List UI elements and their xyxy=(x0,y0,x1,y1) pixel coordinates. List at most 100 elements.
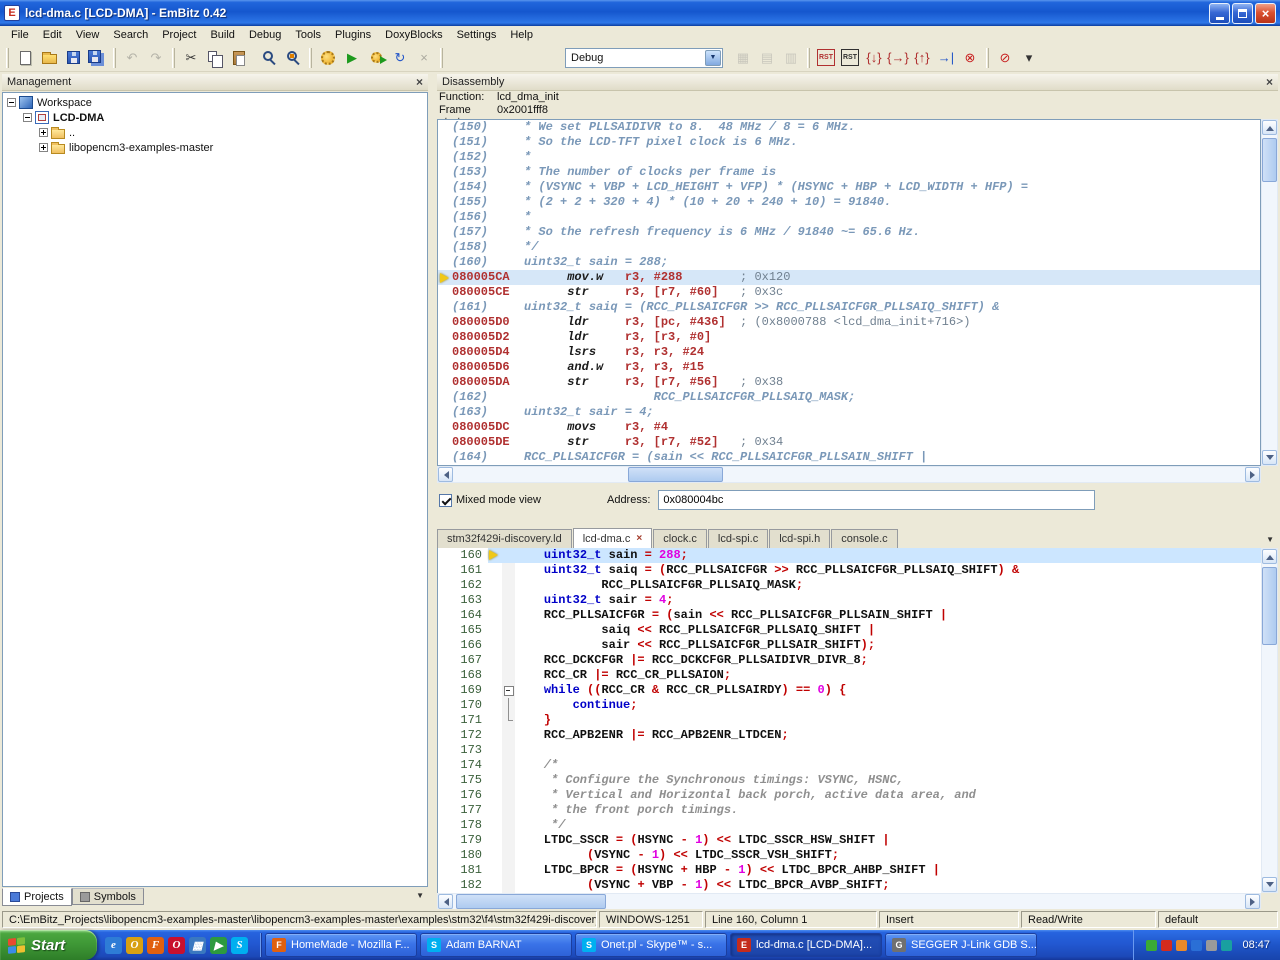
toolbar-grip[interactable] xyxy=(6,48,9,68)
new-file-icon[interactable] xyxy=(14,47,36,69)
editor-line[interactable]: 176 * Vertical and Horizontal back porch… xyxy=(438,788,1261,803)
cut-icon[interactable]: ✂ xyxy=(180,47,202,69)
combo-dropdown-icon[interactable]: ▼ xyxy=(705,50,721,66)
menu-item-help[interactable]: Help xyxy=(503,27,540,43)
editor-line[interactable]: 167 RCC_DCKCFGR |= RCC_DCKCFGR_PLLSAIDIV… xyxy=(438,653,1261,668)
debug-target-combo[interactable]: Debug▼ xyxy=(565,48,723,68)
task-skype-button[interactable]: SOnet.pl - Skype™ - s... xyxy=(575,933,727,957)
editor-line[interactable]: 164 RCC_PLLSAICFGR = (sain << RCC_PLLSAI… xyxy=(438,608,1261,623)
replace-icon[interactable] xyxy=(282,47,304,69)
editor-line[interactable]: 179 LTDC_SSCR = (HSYNC - 1) << LTDC_SSCR… xyxy=(438,833,1261,848)
editor-line[interactable]: 173 xyxy=(438,743,1261,758)
editor-tab-lcd-spi.c[interactable]: lcd-spi.c xyxy=(708,529,768,548)
toolbar-grip[interactable] xyxy=(986,48,989,68)
editor-line[interactable]: 162 RCC_PLLSAICFGR_PLLSAIQ_MASK; xyxy=(438,578,1261,593)
copy-icon[interactable] xyxy=(204,47,226,69)
tray-icon-4[interactable] xyxy=(1191,940,1202,951)
editor-line[interactable]: 161 uint32_t saiq = (RCC_PLLSAICFGR >> R… xyxy=(438,563,1261,578)
disasm-source-line[interactable]: (157) * So the refresh frequency is 6 MH… xyxy=(438,225,1260,240)
disasm-asm-line[interactable]: 080005CE str r3, [r7, #60] ; 0x3c xyxy=(438,285,1260,300)
disasm-asm-line[interactable]: 080005CA mov.w r3, #288 ; 0x120 xyxy=(438,270,1260,285)
disassembly-close-icon[interactable]: × xyxy=(1266,76,1273,88)
tree-item[interactable]: libopencm3-examples-master xyxy=(3,140,427,155)
skype-icon[interactable]: S xyxy=(231,937,248,954)
toolbar-grip[interactable] xyxy=(172,48,175,68)
open-file-icon[interactable] xyxy=(38,47,60,69)
tree-expander-icon[interactable] xyxy=(23,113,32,122)
menu-item-tools[interactable]: Tools xyxy=(288,27,328,43)
reset-target-icon[interactable]: RST xyxy=(815,47,837,69)
menu-item-search[interactable]: Search xyxy=(106,27,155,43)
scroll-left-button[interactable] xyxy=(438,467,453,482)
disasm-source-line[interactable]: (158) */ xyxy=(438,240,1260,255)
editor-line[interactable]: 166 sair << RCC_PLLSAICFGR_PLLSAIR_SHIFT… xyxy=(438,638,1261,653)
disasm-source-line[interactable]: (155) * (2 + 2 + 320 + 4) * (10 + 20 + 2… xyxy=(438,195,1260,210)
editor-tab-clock.c[interactable]: clock.c xyxy=(653,529,707,548)
editor-line[interactable]: 168 RCC_CR |= RCC_CR_PLLSAION; xyxy=(438,668,1261,683)
editor-line[interactable]: 174 /* xyxy=(438,758,1261,773)
management-close-icon[interactable]: × xyxy=(416,76,423,88)
editor-tab-console.c[interactable]: console.c xyxy=(831,529,897,548)
editor-vscrollbar[interactable] xyxy=(1261,548,1278,893)
tree-item[interactable]: .. xyxy=(3,125,427,140)
editor-line[interactable]: 163 uint32_t sair = 4; xyxy=(438,593,1261,608)
disasm-asm-line[interactable]: 080005D6 and.w r3, r3, #15 xyxy=(438,360,1260,375)
scroll-down-button[interactable] xyxy=(1262,877,1277,892)
break-debugger-icon[interactable]: ⊗ xyxy=(959,47,981,69)
menu-item-view[interactable]: View xyxy=(69,27,107,43)
hscroll-thumb[interactable] xyxy=(456,894,606,909)
mixed-mode-checkbox[interactable] xyxy=(439,494,452,507)
disasm-asm-line[interactable]: 080005D0 ldr r3, [pc, #436] ; (0x8000788… xyxy=(438,315,1260,330)
tree-expander-icon[interactable] xyxy=(39,128,48,137)
address-input[interactable] xyxy=(658,490,1095,510)
scroll-up-button[interactable] xyxy=(1262,120,1277,135)
editor-line[interactable]: 175 * Configure the Synchronous timings:… xyxy=(438,773,1261,788)
editor-line[interactable]: 160 uint32_t sain = 288; xyxy=(438,548,1261,563)
editor-line[interactable]: 182 (VSYNC + VBP - 1) << LTDC_BPCR_AVBP_… xyxy=(438,878,1261,893)
build-icon[interactable] xyxy=(317,47,339,69)
tree-expander-icon[interactable] xyxy=(39,143,48,152)
tray-icon-6[interactable] xyxy=(1221,940,1232,951)
fold-toggle-icon[interactable] xyxy=(502,683,515,698)
menu-item-doxyblocks[interactable]: DoxyBlocks xyxy=(378,27,449,43)
editor-tab-lcd-spi.h[interactable]: lcd-spi.h xyxy=(769,529,830,548)
stop-debugger-icon[interactable]: ⊘ xyxy=(994,47,1016,69)
minimize-button[interactable] xyxy=(1209,3,1230,24)
close-button[interactable]: × xyxy=(1255,3,1276,24)
toolbar-grip[interactable] xyxy=(440,48,443,68)
task-skype-contact-button[interactable]: SAdam BARNAT xyxy=(420,933,572,957)
disasm-source-line[interactable]: (150) * We set PLLSAIDIVR to 8. 48 MHz /… xyxy=(438,120,1260,135)
menu-item-project[interactable]: Project xyxy=(155,27,203,43)
toolbar-overflow-icon[interactable]: ▾ xyxy=(1018,47,1040,69)
tabs-overflow-icon[interactable]: ▼ xyxy=(412,888,428,903)
disasm-source-line[interactable]: (164) RCC_PLLSAICFGR = (sain << RCC_PLLS… xyxy=(438,450,1260,465)
disassembly-hscrollbar[interactable] xyxy=(437,466,1261,483)
task-jlink-gdb-button[interactable]: GSEGGER J-Link GDB S... xyxy=(885,933,1037,957)
paste-icon[interactable] xyxy=(228,47,250,69)
editor-line[interactable]: 181 LTDC_BPCR = (HSYNC + HBP - 1) << LTD… xyxy=(438,863,1261,878)
disasm-source-line[interactable]: (151) * So the LCD-TFT pixel clock is 6 … xyxy=(438,135,1260,150)
editor-line[interactable]: 177 * the front porch timings. xyxy=(438,803,1261,818)
scroll-right-button[interactable] xyxy=(1245,467,1260,482)
tray-icon-2[interactable] xyxy=(1161,940,1172,951)
disasm-source-line[interactable]: (154) * (VSYNC + VBP + LCD_HEIGHT + VFP)… xyxy=(438,180,1260,195)
hscroll-thumb[interactable] xyxy=(628,467,723,482)
tray-icon-3[interactable] xyxy=(1176,940,1187,951)
menu-item-edit[interactable]: Edit xyxy=(36,27,69,43)
tree-item[interactable]: Workspace xyxy=(3,95,427,110)
internet-explorer-icon[interactable]: e xyxy=(105,937,122,954)
disasm-source-line[interactable]: (162) RCC_PLLSAICFGR_PLLSAIQ_MASK; xyxy=(438,390,1260,405)
editor-line[interactable]: 171 } xyxy=(438,713,1261,728)
build-and-run-icon[interactable] xyxy=(365,47,387,69)
tab-close-icon[interactable]: × xyxy=(636,534,642,544)
disassembly-vscrollbar[interactable] xyxy=(1261,119,1278,466)
menu-item-build[interactable]: Build xyxy=(203,27,241,43)
editor-line[interactable]: 170 continue; xyxy=(438,698,1261,713)
step-out-icon[interactable]: {↑} xyxy=(911,47,933,69)
vertical-splitter[interactable] xyxy=(430,72,436,909)
disasm-asm-line[interactable]: 080005DA str r3, [r7, #56] ; 0x38 xyxy=(438,375,1260,390)
step-over-icon[interactable]: {→} xyxy=(887,47,909,69)
horizontal-splitter[interactable] xyxy=(436,514,1280,528)
tree-item[interactable]: LCD-DMA xyxy=(3,110,427,125)
editor-line[interactable]: 169 while ((RCC_CR & RCC_CR_PLLSAIRDY) =… xyxy=(438,683,1261,698)
